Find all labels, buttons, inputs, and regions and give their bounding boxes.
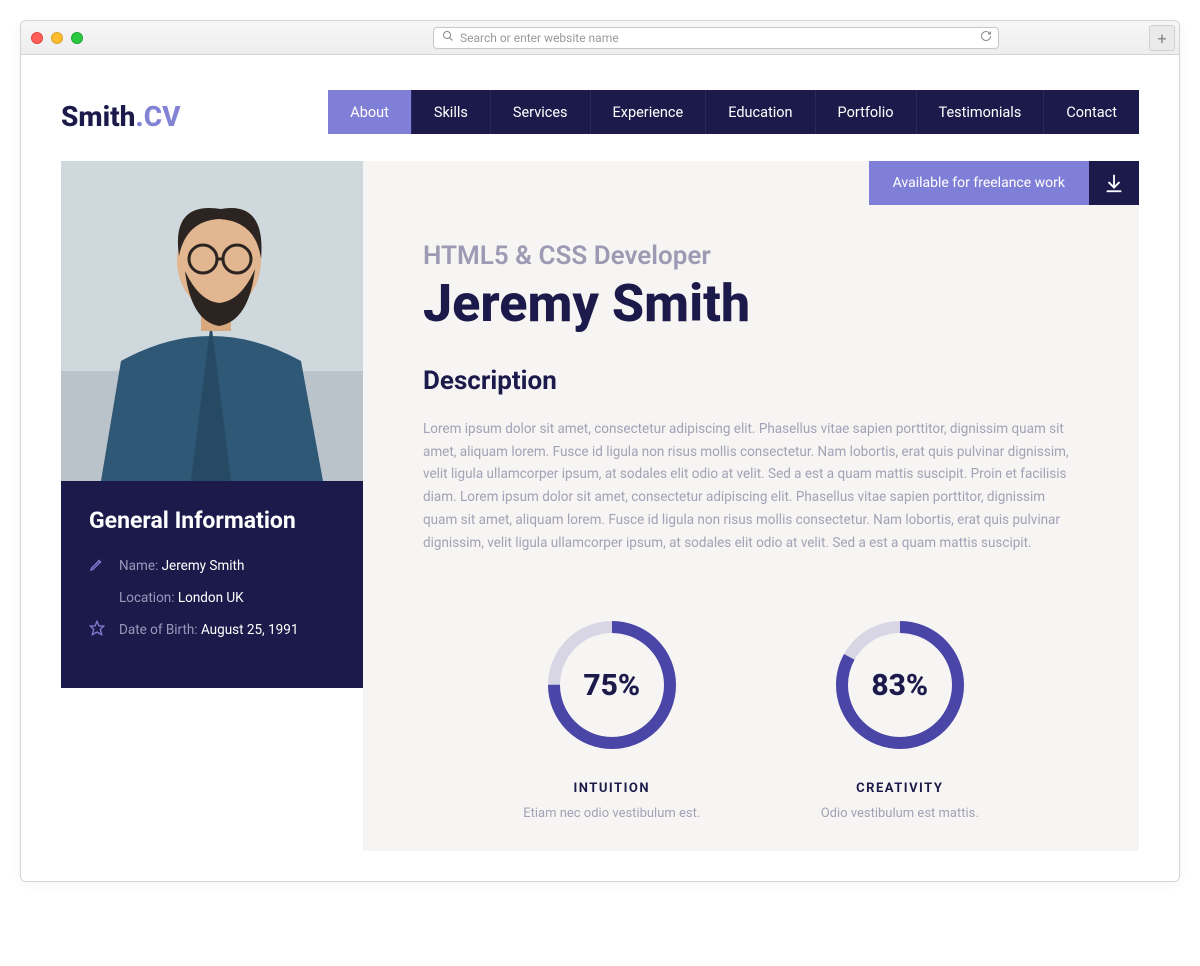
reload-icon[interactable] [980, 30, 992, 45]
dob-value: August 25, 1991 [201, 622, 298, 638]
page-body: Smith.CV About Skills Services Experienc… [21, 55, 1179, 881]
nav-education[interactable]: Education [706, 90, 815, 134]
nav-portfolio[interactable]: Portfolio [816, 90, 917, 134]
hero-subtitle: HTML5 & CSS Developer [423, 241, 1079, 271]
main-nav: About Skills Services Experience Educati… [328, 90, 1139, 143]
main-row: General Information Name: Jeremy Smith L… [61, 161, 1139, 851]
download-button[interactable] [1089, 161, 1139, 205]
site-header: Smith.CV About Skills Services Experienc… [61, 90, 1139, 143]
minimize-window-button[interactable] [51, 32, 63, 44]
address-bar[interactable]: Search or enter website name [433, 27, 999, 49]
stat-subtitle-0: Etiam nec odio vestibulum est. [523, 806, 700, 821]
sidebar: General Information Name: Jeremy Smith L… [61, 161, 363, 851]
zoom-window-button[interactable] [71, 32, 83, 44]
content-area: Available for freelance work HTML5 & CSS… [363, 161, 1139, 851]
description-heading: Description [423, 366, 1079, 396]
info-row-name: Name: Jeremy Smith [89, 556, 335, 576]
nav-services[interactable]: Services [491, 90, 591, 134]
name-value: Jeremy Smith [162, 558, 245, 574]
address-placeholder: Search or enter website name [460, 31, 619, 45]
name-label: Name: [119, 558, 158, 574]
stat-creativity: 83% CREATIVITY Odio vestibulum est matti… [821, 615, 979, 821]
hero-name: Jeremy Smith [423, 277, 1079, 332]
browser-window: Search or enter website name + Smith.CV … [20, 20, 1180, 882]
ring-chart-intuition: 75% [542, 615, 682, 755]
site-logo[interactable]: Smith.CV [61, 90, 251, 143]
ring-label-0: 75% [542, 615, 682, 755]
new-tab-button[interactable]: + [1149, 25, 1175, 51]
logo-text-2: .CV [135, 100, 180, 133]
nav-skills[interactable]: Skills [412, 90, 491, 134]
description-body: Lorem ipsum dolor sit amet, consectetur … [423, 418, 1079, 556]
location-label: Location: [119, 590, 175, 606]
close-window-button[interactable] [31, 32, 43, 44]
search-icon [442, 30, 454, 45]
browser-title-bar: Search or enter website name + [21, 21, 1179, 55]
info-row-location: Location: London UK [89, 590, 335, 606]
stat-title-1: CREATIVITY [856, 781, 943, 796]
location-value: London UK [178, 590, 244, 606]
nav-experience[interactable]: Experience [591, 90, 707, 134]
stat-intuition: 75% INTUITION Etiam nec odio vestibulum … [523, 615, 700, 821]
ring-label-1: 83% [830, 615, 970, 755]
ring-chart-creativity: 83% [830, 615, 970, 755]
availability-text: Available for freelance work [869, 161, 1089, 205]
general-info-heading: General Information [89, 507, 335, 534]
profile-photo [61, 161, 363, 481]
nav-contact[interactable]: Contact [1044, 90, 1139, 134]
pencil-icon [89, 556, 105, 576]
dob-label: Date of Birth: [119, 622, 198, 638]
nav-about[interactable]: About [328, 90, 412, 134]
availability-banner: Available for freelance work [363, 161, 1139, 205]
stats-row: 75% INTUITION Etiam nec odio vestibulum … [423, 615, 1079, 821]
window-controls [31, 32, 83, 44]
star-icon [89, 620, 105, 640]
stat-subtitle-1: Odio vestibulum est mattis. [821, 806, 979, 821]
info-row-dob: Date of Birth: August 25, 1991 [89, 620, 335, 640]
logo-text-1: Smith [61, 100, 135, 133]
general-info-panel: General Information Name: Jeremy Smith L… [61, 481, 363, 688]
nav-testimonials[interactable]: Testimonials [917, 90, 1045, 134]
stat-title-0: INTUITION [573, 781, 650, 796]
content-inner: HTML5 & CSS Developer Jeremy Smith Descr… [363, 205, 1139, 821]
